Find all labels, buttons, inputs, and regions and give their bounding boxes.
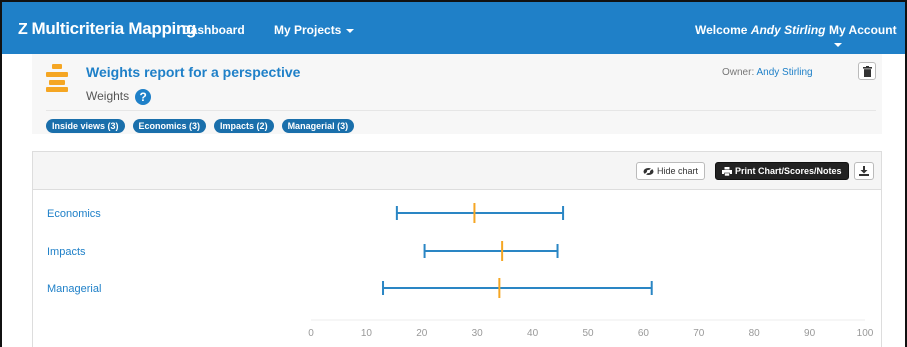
x-tick-label: 10 <box>361 328 373 339</box>
weights-icon <box>46 64 68 92</box>
header-divider <box>46 110 876 111</box>
subtitle-label: Weights <box>86 89 130 104</box>
top-navbar: Z Multicriteria Mapping Dashboard My Proj… <box>2 2 905 54</box>
print-button[interactable]: Print Chart/Scores/Notes <box>715 162 849 180</box>
eye-slash-icon <box>643 166 654 177</box>
x-tick-label: 30 <box>472 328 484 339</box>
print-label: Print Chart/Scores/Notes <box>735 166 842 176</box>
welcome-prefix: Welcome <box>695 23 748 37</box>
category-label[interactable]: Economics <box>47 208 101 220</box>
x-tick-label: 90 <box>804 328 816 339</box>
download-icon <box>859 166 869 176</box>
category-label[interactable]: Managerial <box>47 283 101 295</box>
hide-chart-button[interactable]: Hide chart <box>636 162 706 180</box>
caret-down-icon <box>346 28 355 33</box>
caret-down-icon <box>834 42 842 47</box>
chart-panel: Hide chart Print Chart/Scores/Notes Econ… <box>32 151 882 347</box>
x-tick-label: 40 <box>527 328 539 339</box>
delete-button[interactable] <box>858 62 876 80</box>
x-tick-label: 60 <box>638 328 650 339</box>
x-tick-label: 20 <box>416 328 428 339</box>
category-label[interactable]: Impacts <box>47 246 86 258</box>
welcome-name: Andy Stirling <box>750 23 826 37</box>
chip-economics[interactable]: Economics (3) <box>132 119 207 133</box>
trash-icon <box>863 66 872 77</box>
filter-chips: Inside views (3) Economics (3) Impacts (2)… <box>46 116 362 133</box>
x-tick-label: 70 <box>693 328 705 339</box>
report-header: Weights report for a perspective Weights… <box>32 54 882 134</box>
page-subtitle: Weights? <box>86 89 152 105</box>
chip-managerial[interactable]: Managerial (3) <box>281 119 355 133</box>
nav-my-account-label: My Account <box>829 23 897 37</box>
page-title: Weights report for a perspective <box>86 64 301 80</box>
nav-dashboard[interactable]: Dashboard <box>182 23 245 37</box>
download-button[interactable] <box>854 162 874 180</box>
print-icon <box>722 167 732 177</box>
brand-name: Multicriteria Mapping <box>31 19 197 38</box>
x-tick-label: 50 <box>582 328 594 339</box>
chip-inside-views[interactable]: Inside views (3) <box>46 119 125 133</box>
x-tick-label: 0 <box>308 328 314 339</box>
brand-logo-icon: Z <box>18 21 28 38</box>
nav-my-projects-label: My Projects <box>274 23 342 37</box>
nav-my-account[interactable]: My Account <box>829 23 905 51</box>
brand[interactable]: Z Multicriteria Mapping <box>18 19 196 39</box>
x-tick-label: 100 <box>857 328 874 339</box>
owner-link[interactable]: Andy Stirling <box>756 67 812 78</box>
owner-info: Owner: Andy Stirling <box>722 67 813 78</box>
nav-my-projects[interactable]: My Projects <box>274 23 355 37</box>
hide-chart-label: Hide chart <box>657 166 699 176</box>
welcome-text: Welcome Andy Stirling <box>695 23 825 37</box>
help-icon[interactable]: ? <box>135 89 152 105</box>
owner-label: Owner: <box>722 67 755 78</box>
weights-chart: Economics Impacts Managerial 0 10 20 30 40 50 60 7… <box>47 203 874 339</box>
chart-toolbar: Hide chart Print Chart/Scores/Notes <box>33 152 881 190</box>
chip-impacts[interactable]: Impacts (2) <box>214 119 274 133</box>
x-tick-label: 80 <box>749 328 761 339</box>
